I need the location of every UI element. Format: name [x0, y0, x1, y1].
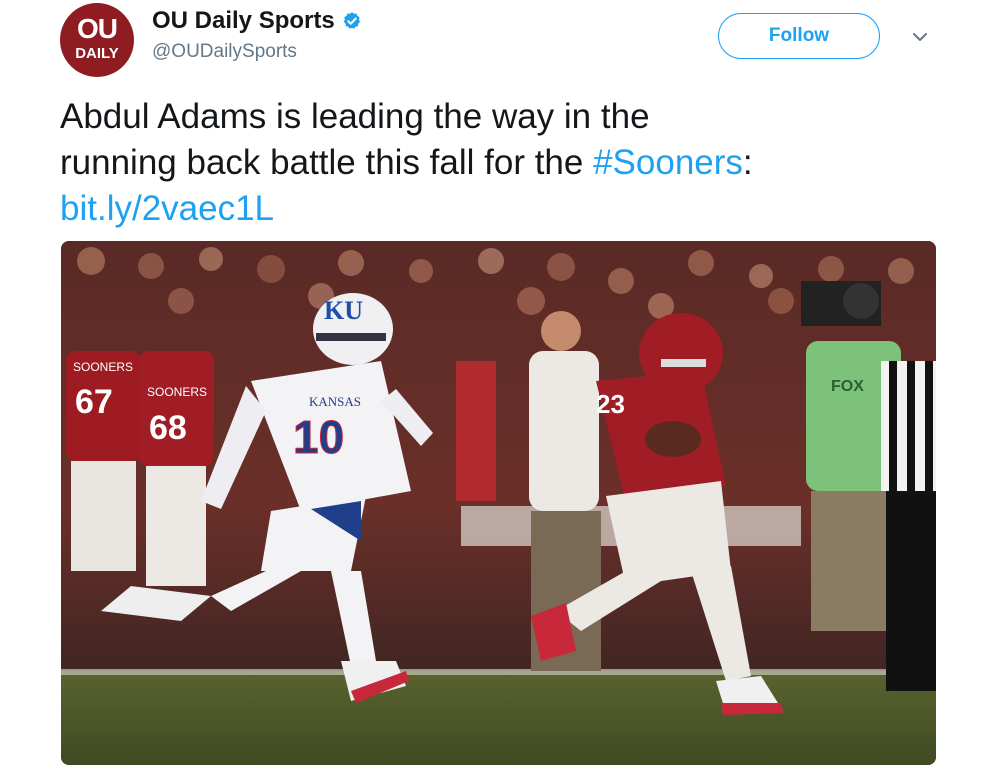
account-name-row[interactable]: OU Daily Sports — [152, 7, 362, 35]
chevron-down-icon[interactable] — [910, 27, 930, 47]
verified-badge-icon — [343, 12, 360, 29]
bench-player-67: SOONERS 67 — [66, 351, 141, 571]
tweet-text-line2: running back battle this fall for the #S… — [60, 140, 960, 186]
fox-vest-text: FOX — [831, 378, 864, 395]
avatar-text-daily: DAILY — [75, 45, 119, 62]
bench-number-67: 67 — [75, 383, 113, 421]
hashtag-link[interactable]: #Sooners — [593, 143, 743, 182]
bench-player-68: SOONERS 68 — [139, 351, 214, 586]
tweet-text: Abdul Adams is leading the way in the ru… — [60, 94, 960, 232]
account-name[interactable]: OU Daily Sports — [152, 7, 335, 35]
bench-jersey-text-2: SOONERS — [147, 385, 207, 399]
sideline-banner — [456, 361, 496, 501]
avatar[interactable]: OU DAILY — [60, 3, 134, 77]
avatar-text-ou: OU — [77, 13, 118, 44]
field-turf — [61, 671, 936, 765]
tweet-text-line2-prefix: running back battle this fall for the — [60, 143, 594, 182]
kansas-jersey-text: KANSAS — [309, 394, 361, 409]
bench-number-68: 68 — [149, 409, 187, 447]
referee — [881, 361, 936, 691]
kansas-helmet-text: KU — [324, 296, 363, 325]
tweet-photo[interactable]: SOONERS 67 SOONERS 68 FOX KU KANSAS 10 2… — [61, 241, 936, 765]
tweet-text-line2-suffix: : — [742, 143, 753, 182]
sideline-stripe — [61, 669, 936, 675]
ou-jersey-number: 23 — [596, 389, 625, 419]
tweet-text-line1: Abdul Adams is leading the way in the — [60, 97, 650, 136]
account-handle[interactable]: @OUDailySports — [152, 41, 297, 63]
kansas-jersey-number: 10 — [293, 411, 344, 463]
url-link[interactable]: bit.ly/2vaec1L — [60, 186, 960, 232]
follow-button[interactable]: Follow — [718, 13, 880, 59]
bench-jersey-text-1: SOONERS — [73, 360, 133, 374]
football-photo: SOONERS 67 SOONERS 68 FOX KU KANSAS 10 2… — [61, 241, 936, 765]
